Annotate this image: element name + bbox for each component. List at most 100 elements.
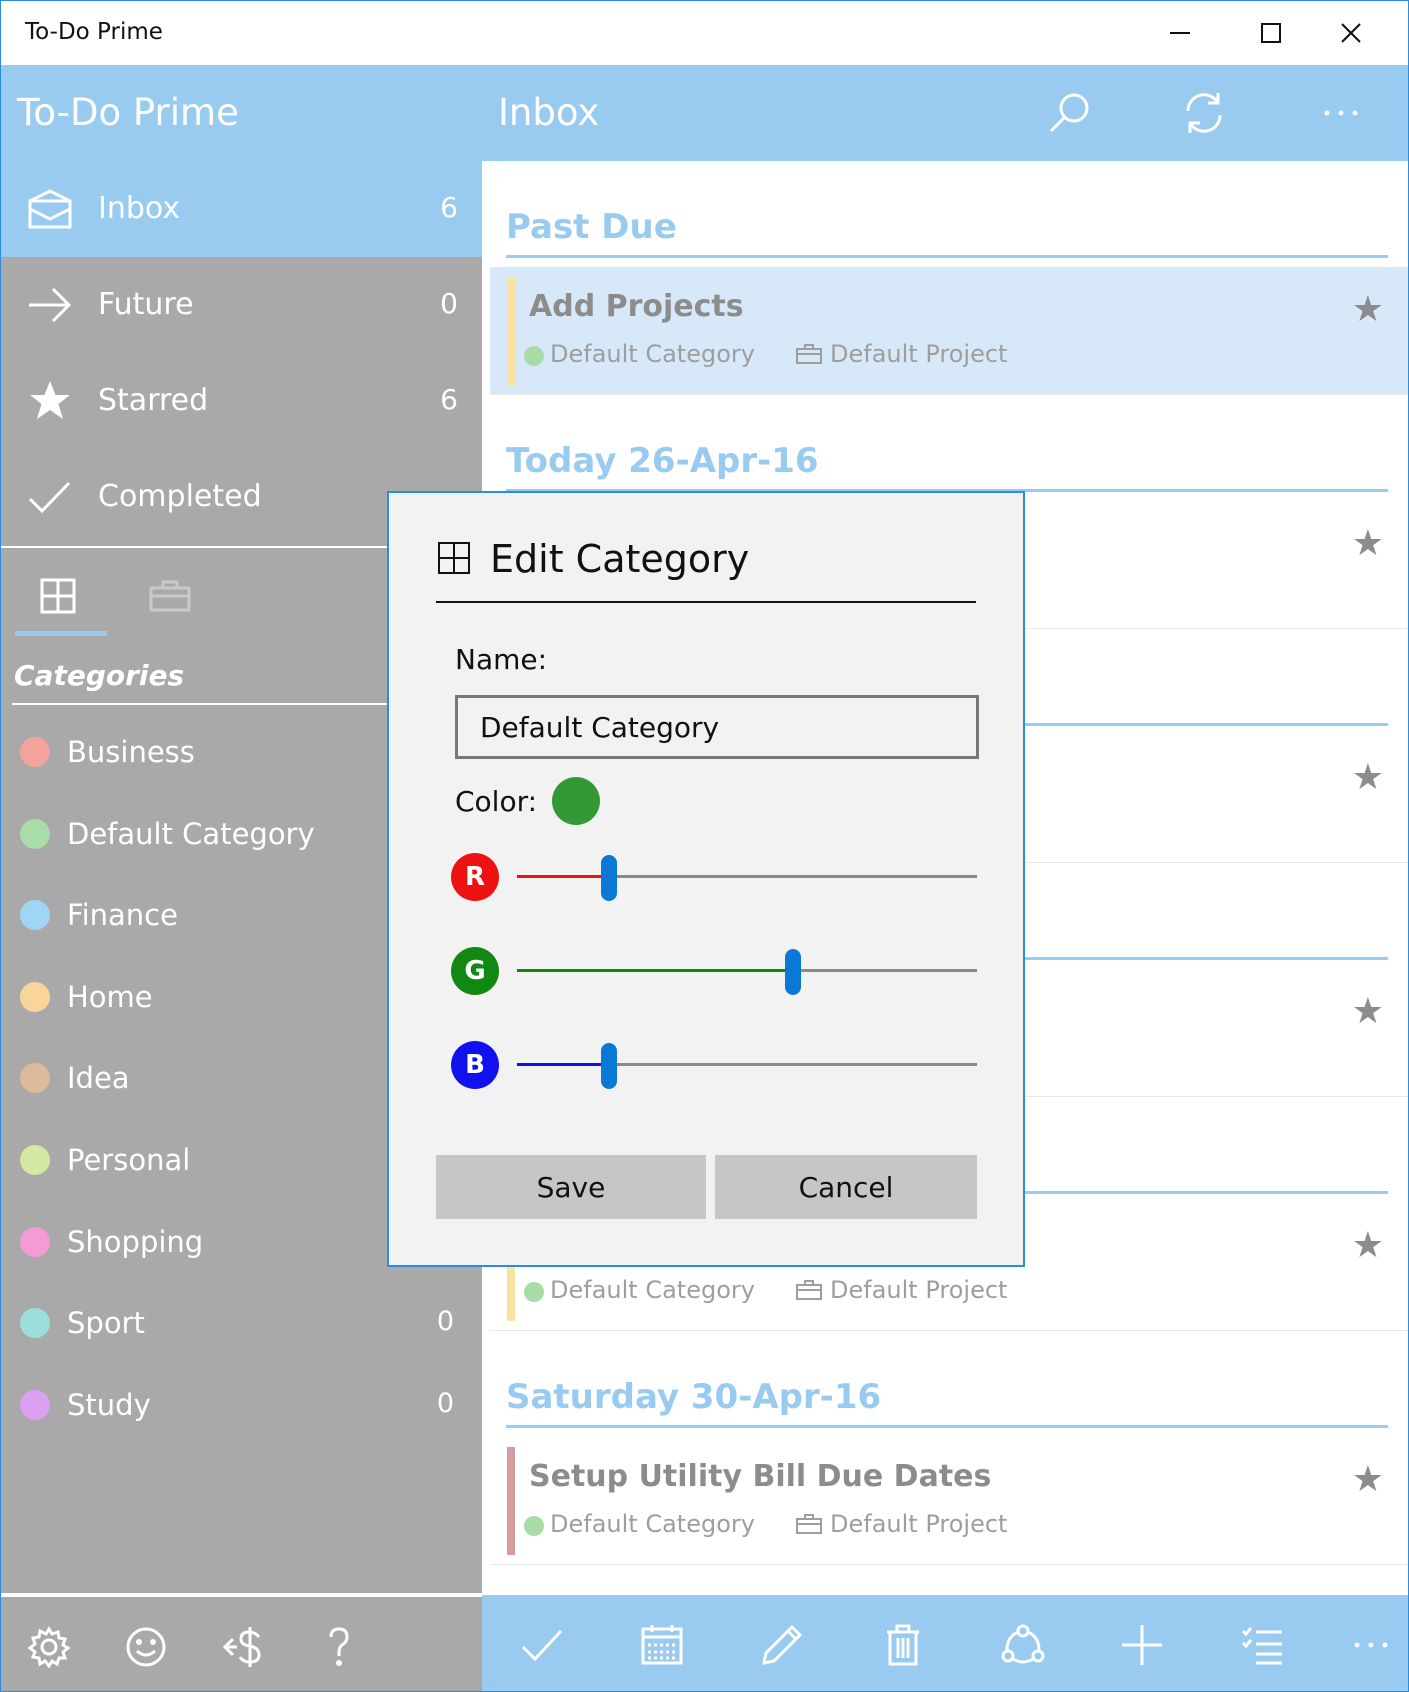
list-checklist-icon: [1241, 1627, 1282, 1665]
nav-item-starred[interactable]: Starred 6: [1, 353, 482, 449]
task-category-bar: [507, 277, 515, 385]
slider-thumb[interactable]: [601, 1043, 617, 1089]
save-button[interactable]: Save: [436, 1155, 706, 1219]
slider-thumb[interactable]: [601, 855, 617, 901]
slider-thumb[interactable]: [785, 949, 801, 995]
task-category-bar: [507, 1447, 515, 1555]
app-window: To-Do Prime To-Do Prime Inbox Inbox 6 Fu…: [0, 0, 1409, 1692]
category-color-dot: [20, 1145, 50, 1175]
sidebar-footer-toolbar: [1, 1595, 482, 1691]
category-count: 0: [436, 1306, 454, 1337]
projects-briefcase-icon: [149, 580, 191, 612]
nav-item-future[interactable]: Future 0: [1, 257, 482, 353]
minimize-icon: [1170, 32, 1190, 34]
window-title: To-Do Prime: [25, 19, 163, 45]
close-icon: [1341, 23, 1361, 43]
star-toggle-icon[interactable]: ★: [1352, 991, 1384, 1032]
calendar-button[interactable]: [632, 1615, 692, 1675]
cancel-button[interactable]: Cancel: [715, 1155, 977, 1219]
feedback-button[interactable]: [118, 1619, 174, 1675]
delete-button[interactable]: [873, 1615, 933, 1675]
edit-category-dialog: Edit Category Name: Color: R G B Save Ca…: [387, 491, 1025, 1267]
category-label: Personal: [67, 1143, 191, 1177]
blue-slider[interactable]: B: [451, 1035, 981, 1095]
app-header: To-Do Prime Inbox: [1, 65, 1408, 161]
calendar-icon: [641, 1625, 683, 1665]
close-button[interactable]: [1296, 1, 1406, 65]
sync-button[interactable]: [1174, 83, 1234, 143]
section-heading-today: Today 26-Apr-16: [506, 441, 819, 481]
section-divider: [506, 255, 1388, 258]
complete-check-icon: [521, 1629, 563, 1662]
search-button[interactable]: [1039, 83, 1099, 143]
category-color-dot: [20, 900, 50, 930]
category-label: Business: [67, 735, 195, 769]
name-label: Name:: [455, 643, 548, 676]
tab-projects[interactable]: [125, 561, 215, 631]
blue-channel-badge: B: [451, 1041, 499, 1089]
green-slider[interactable]: G: [451, 941, 981, 1001]
star-toggle-icon[interactable]: ★: [1352, 1459, 1384, 1500]
category-color-dot: [20, 982, 50, 1012]
arrow-right-icon: [27, 283, 73, 327]
task-name: Add Projects: [529, 289, 744, 324]
star-icon: [27, 379, 73, 423]
star-toggle-icon[interactable]: ★: [1352, 757, 1384, 798]
red-channel-badge: R: [451, 853, 499, 901]
purchase-dollar-icon: [222, 1627, 261, 1667]
help-button[interactable]: [311, 1619, 367, 1675]
add-task-button[interactable]: [1112, 1615, 1172, 1675]
nav-item-inbox[interactable]: Inbox 6: [1, 161, 482, 257]
star-toggle-icon[interactable]: ★: [1352, 1225, 1384, 1266]
category-name-input[interactable]: [455, 695, 979, 759]
more-commands-button[interactable]: [1341, 1615, 1401, 1675]
edit-button[interactable]: [752, 1615, 812, 1675]
section-heading-past-due: Past Due: [506, 207, 677, 247]
red-slider[interactable]: R: [451, 847, 981, 907]
section-divider: [506, 1425, 1388, 1428]
task-category: Default Category: [550, 1276, 755, 1304]
category-color-dot: [20, 1063, 50, 1093]
star-toggle-icon[interactable]: ★: [1352, 289, 1384, 330]
dialog-title: Edit Category: [490, 537, 750, 581]
delete-trash-icon: [887, 1624, 919, 1666]
settings-button[interactable]: [21, 1619, 77, 1675]
category-color-dot: [20, 737, 50, 767]
task-item[interactable]: Add Projects Default Category Default Pr…: [490, 267, 1408, 395]
complete-button[interactable]: [512, 1615, 572, 1675]
more-button[interactable]: [1311, 83, 1371, 143]
categories-heading: Categories: [14, 659, 185, 692]
category-color-dot: [20, 1227, 50, 1257]
category-label: Shopping: [67, 1225, 204, 1259]
green-channel-badge: G: [451, 947, 499, 995]
category-grid-icon: [438, 542, 470, 574]
help-icon: [329, 1627, 349, 1666]
briefcase-icon: [796, 1280, 822, 1300]
purchase-button[interactable]: [215, 1619, 271, 1675]
share-button[interactable]: [993, 1615, 1053, 1675]
category-label: Sport: [67, 1306, 145, 1340]
briefcase-icon: [796, 1514, 822, 1534]
category-item-study[interactable]: Study 0: [1, 1368, 482, 1448]
more-icon: [1324, 110, 1358, 116]
dialog-title-divider: [436, 601, 976, 603]
slider-fill: [517, 875, 609, 878]
edit-pencil-icon: [762, 1624, 803, 1665]
color-label: Color:: [455, 785, 538, 818]
task-item[interactable]: Setup Utility Bill Due Dates Default Cat…: [490, 1437, 1408, 1565]
task-category-dot: [524, 1282, 544, 1302]
title-bar: To-Do Prime: [1, 1, 1408, 65]
category-item-sport[interactable]: Sport 0: [1, 1286, 482, 1366]
task-name: Setup Utility Bill Due Dates: [529, 1459, 992, 1494]
command-bar: [482, 1595, 1408, 1691]
color-preview-swatch: [552, 777, 600, 825]
feedback-smiley-icon: [126, 1627, 166, 1667]
add-plus-icon: [1122, 1625, 1162, 1665]
tab-selected-indicator: [15, 631, 107, 636]
star-toggle-icon[interactable]: ★: [1352, 523, 1384, 564]
task-category: Default Category: [550, 1510, 755, 1538]
search-icon: [1049, 93, 1089, 133]
multi-select-button[interactable]: [1232, 1615, 1292, 1675]
task-category-dot: [524, 1516, 544, 1536]
tab-categories[interactable]: [13, 561, 103, 631]
